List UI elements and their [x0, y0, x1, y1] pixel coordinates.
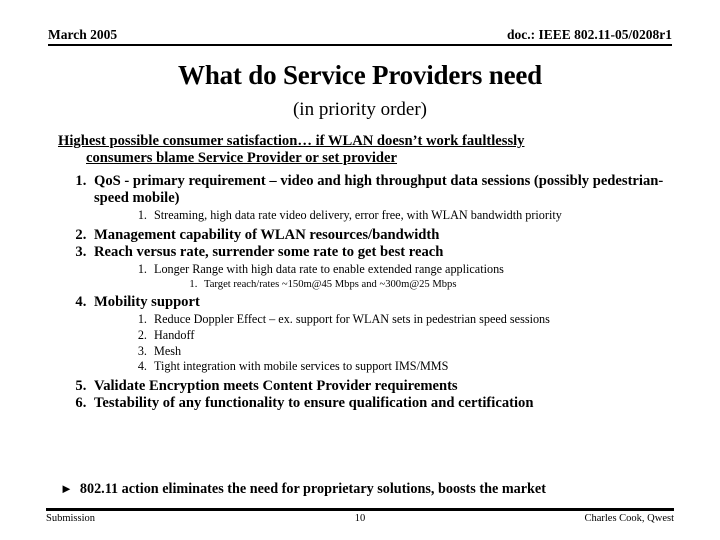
list-item-text: Reach versus rate, surrender some rate t…: [94, 244, 444, 261]
list-item-text: Mobility support: [94, 294, 200, 311]
list-item-text: Management capability of WLAN resources/…: [94, 226, 440, 243]
lead-line-1: Highest possible consumer satisfaction… …: [58, 133, 525, 149]
list-item-text: Handoff: [154, 327, 195, 342]
list-item-text: Reduce Doppler Effect – ex. support for …: [154, 312, 550, 327]
list-item: Testability of any functionality to ensu…: [90, 395, 672, 412]
conclusion-text: 802.11 action eliminates the need for pr…: [79, 481, 546, 497]
page-subtitle: (in priority order): [292, 99, 427, 120]
list-item-text: Target reach/rates ~150m@45 Mbps and ~30…: [204, 278, 457, 290]
sub-list: Streaming, high data rate video delivery…: [94, 208, 672, 224]
list-item: Mesh: [150, 344, 672, 360]
list-item: Management capability of WLAN resources/…: [90, 227, 672, 244]
triangle-bullet-icon: ►: [60, 481, 73, 496]
list-item-text: QoS - primary requirement – video and hi…: [94, 173, 664, 207]
list-item: Handoff: [150, 328, 672, 344]
list-item: Longer Range with high data rate to enab…: [150, 262, 672, 291]
list-item-text: Mesh: [154, 343, 182, 358]
slide: March 2005 doc.: IEEE 802.11-05/0208r1 W…: [0, 0, 720, 540]
list-item: Reach versus rate, surrender some rate t…: [90, 244, 672, 291]
list-item: Mobility support Reduce Doppler Effect –…: [90, 294, 672, 374]
list-item: Streaming, high data rate video delivery…: [150, 208, 672, 224]
list-item: QoS - primary requirement – video and hi…: [90, 173, 672, 223]
slide-header: March 2005 doc.: IEEE 802.11-05/0208r1: [48, 27, 672, 46]
list-item: Target reach/rates ~150m@45 Mbps and ~30…: [200, 278, 672, 292]
lead-line-2: consumers blame Service Provider or set …: [86, 150, 398, 167]
sub-list: Longer Range with high data rate to enab…: [94, 262, 672, 291]
list-item: Reduce Doppler Effect – ex. support for …: [150, 312, 672, 328]
page-title: What do Service Providers need: [178, 60, 542, 90]
slide-body: Highest possible consumer satisfaction… …: [48, 133, 672, 413]
list-item: Tight integration with mobile services t…: [150, 359, 672, 375]
footer-divider: [46, 508, 674, 511]
conclusion-statement: ► 802.11 action eliminates the need for p…: [60, 481, 680, 497]
list-item-text: Validate Encryption meets Content Provid…: [94, 377, 458, 394]
list-item-text: Testability of any functionality to ensu…: [94, 395, 534, 412]
lead-statement: Highest possible consumer satisfaction… …: [58, 133, 672, 167]
header-doc-id: doc.: IEEE 802.11-05/0208r1: [506, 27, 672, 42]
footer-page-number: 10: [354, 513, 366, 524]
list-item-text: Tight integration with mobile services t…: [154, 359, 449, 374]
priority-list: QoS - primary requirement – video and hi…: [48, 173, 672, 412]
slide-footer: Submission 10 Charles Cook, Qwest: [46, 513, 674, 526]
sub-sub-list: Target reach/rates ~150m@45 Mbps and ~30…: [154, 278, 672, 292]
sub-list: Reduce Doppler Effect – ex. support for …: [94, 312, 672, 374]
header-date: March 2005: [48, 27, 118, 42]
list-item: Validate Encryption meets Content Provid…: [90, 378, 672, 395]
list-item-text: Longer Range with high data rate to enab…: [154, 262, 504, 277]
list-item-text: Streaming, high data rate video delivery…: [154, 208, 562, 223]
